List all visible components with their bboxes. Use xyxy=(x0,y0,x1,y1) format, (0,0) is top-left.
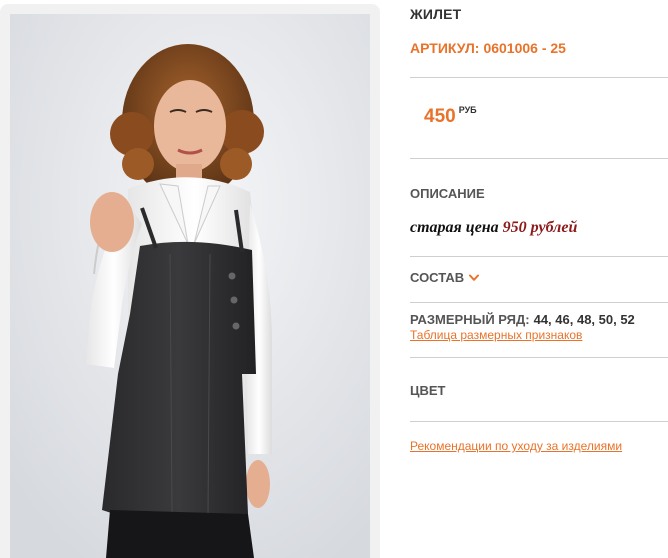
composition-title: СОСТАВ xyxy=(410,270,465,285)
divider xyxy=(410,158,668,159)
size-table-link[interactable]: Таблица размерных признаков xyxy=(410,328,582,342)
old-price-text: старая цена xyxy=(410,219,499,236)
divider xyxy=(410,421,668,422)
article-label: АРТИКУЛ: xyxy=(410,40,480,56)
divider xyxy=(410,77,668,78)
old-price-value: 950 рублей xyxy=(502,219,578,236)
divider xyxy=(410,357,668,358)
description-title: ОПИСАНИЕ xyxy=(410,186,485,201)
price: 450 РУБ xyxy=(424,105,477,128)
product-photo[interactable] xyxy=(10,14,370,558)
color-title: ЦВЕТ xyxy=(410,383,446,398)
article-number: АРТИКУЛ: 0601006 - 25 xyxy=(410,40,566,56)
size-range-label: РАЗМЕРНЫЙ РЯД: xyxy=(410,312,530,327)
article-value: 0601006 - 25 xyxy=(483,40,566,56)
divider xyxy=(410,302,668,303)
chevron-down-icon xyxy=(469,274,480,281)
price-amount: 450 xyxy=(424,106,456,127)
old-price: старая цена 950 рублей xyxy=(410,219,577,237)
product-page: ЖИЛЕТ АРТИКУЛ: 0601006 - 25 450 РУБ ОПИСАН… xyxy=(0,0,668,558)
composition-toggle[interactable]: СОСТАВ xyxy=(410,270,480,285)
size-range: РАЗМЕРНЫЙ РЯД: 44, 46, 48, 50, 52 xyxy=(410,312,635,327)
size-range-values: 44, 46, 48, 50, 52 xyxy=(533,312,635,327)
price-currency: РУБ xyxy=(458,105,477,115)
care-recommendations-link[interactable]: Рекомендации по уходу за изделиями xyxy=(410,439,622,453)
divider xyxy=(410,256,668,257)
photo-frame xyxy=(0,4,380,558)
product-title: ЖИЛЕТ xyxy=(410,6,462,22)
